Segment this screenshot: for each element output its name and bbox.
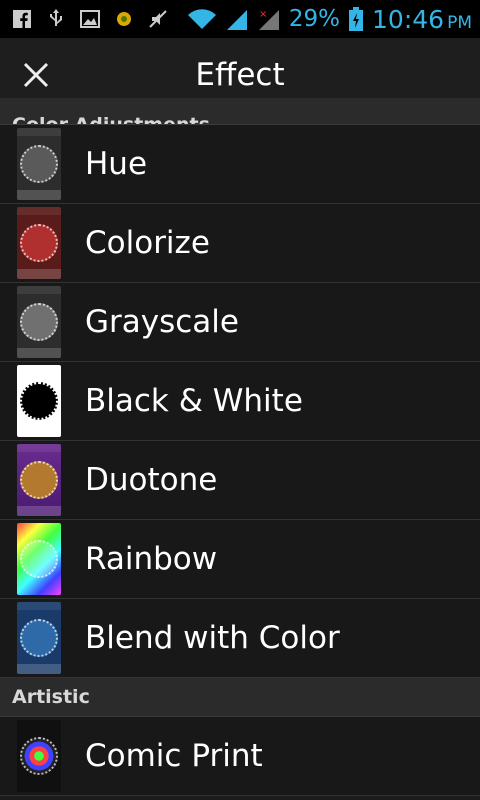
section-header-artistic: Artistic <box>0 678 480 717</box>
hue-thumbnail <box>17 128 61 200</box>
item-label: Duotone <box>85 462 218 498</box>
item-label: Blend with Color <box>85 620 340 656</box>
item-label: Colorize <box>85 225 210 261</box>
app-notification-icon <box>114 9 134 29</box>
grayscale-thumbnail <box>17 286 61 358</box>
battery-percent: 29% <box>288 6 341 32</box>
colorize-thumbnail <box>17 207 61 279</box>
list-item-blend-with-color[interactable]: Blend with Color <box>0 599 480 678</box>
list-item-comic-print[interactable]: Comic Print <box>0 717 480 796</box>
item-label: Rainbow <box>85 541 218 577</box>
item-label: Comic Print <box>85 738 263 774</box>
item-label: Grayscale <box>85 304 239 340</box>
no-signal-icon: × <box>257 9 281 30</box>
list-item-colorize[interactable]: Colorize <box>0 204 480 283</box>
blend-thumbnail <box>17 602 61 674</box>
clock-time: 10:46 <box>372 4 445 34</box>
section-title: Color Adjustments <box>12 114 210 125</box>
section-title: Artistic <box>12 686 90 708</box>
effect-list[interactable]: Color Adjustments Hue Colorize Grayscale… <box>0 98 480 800</box>
usb-icon <box>46 9 66 29</box>
battery-icon <box>348 7 364 31</box>
list-item-duotone[interactable]: Duotone <box>0 441 480 520</box>
svg-text:×: × <box>259 9 267 20</box>
wifi-icon <box>187 9 217 30</box>
clock-ampm: PM <box>447 12 472 33</box>
gallery-icon <box>80 9 100 29</box>
item-label: Hue <box>85 146 148 182</box>
black-white-thumbnail <box>17 365 61 437</box>
signal-icon <box>225 9 249 30</box>
close-icon <box>23 62 49 88</box>
list-item-black-white[interactable]: Black & White <box>0 362 480 441</box>
list-item-grayscale[interactable]: Grayscale <box>0 283 480 362</box>
rainbow-thumbnail <box>17 523 61 595</box>
comic-print-thumbnail <box>17 720 61 792</box>
facebook-icon <box>12 9 32 29</box>
list-item-hue[interactable]: Hue <box>0 125 480 204</box>
duotone-thumbnail <box>17 444 61 516</box>
mute-icon <box>148 9 168 29</box>
clock: 10:46 PM <box>372 5 472 34</box>
item-label: Black & White <box>85 383 303 419</box>
status-bar: × 29% 10:46 PM <box>0 0 480 38</box>
list-item-rainbow[interactable]: Rainbow <box>0 520 480 599</box>
section-header-color-adjustments: Color Adjustments <box>0 98 480 125</box>
